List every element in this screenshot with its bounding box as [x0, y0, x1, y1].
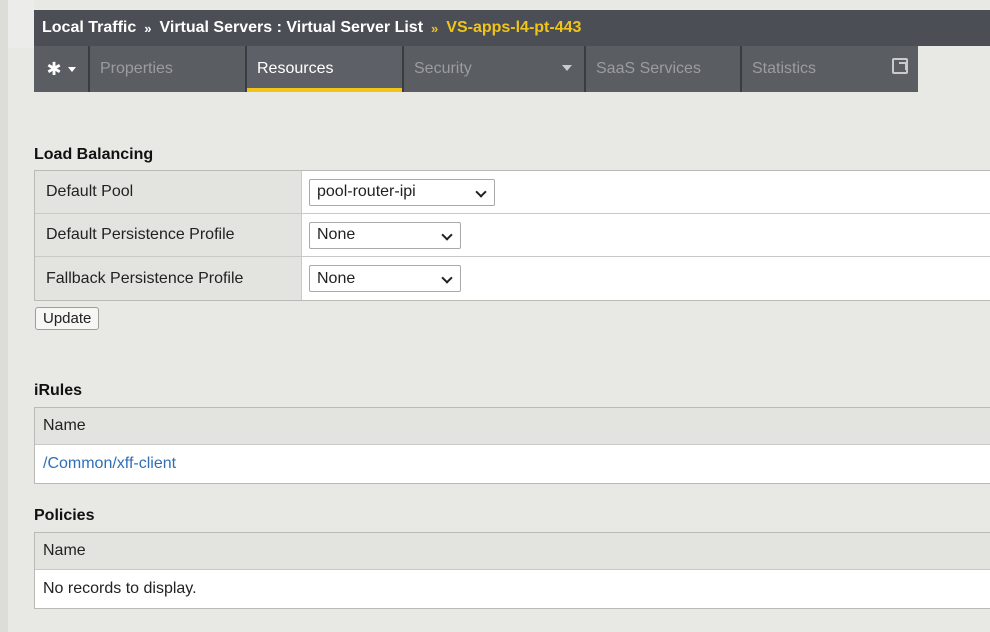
select-value: None — [317, 226, 356, 243]
policies-name-column-header[interactable]: Name — [35, 533, 990, 570]
chevron-down-icon — [441, 228, 453, 241]
empty-state-text: No records to display. — [43, 580, 197, 597]
table-row: Default Persistence Profile None — [35, 214, 990, 257]
chevron-down-icon — [562, 65, 572, 71]
load-balancing-table: Default Pool pool-router-ipi Default Per… — [34, 170, 990, 301]
tab-label: Properties — [100, 60, 173, 77]
load-balancing-title: Load Balancing — [34, 146, 154, 163]
breadcrumb-local-traffic[interactable]: Local Traffic — [42, 19, 136, 37]
select-value: pool-router-ipi — [317, 183, 416, 200]
tab-label: Statistics — [752, 60, 817, 77]
tab-properties[interactable]: Properties — [90, 46, 247, 92]
fallback-persistence-cell: None — [302, 257, 990, 300]
breadcrumb-separator: » — [144, 20, 152, 36]
irule-link[interactable]: /Common/xff-client — [43, 455, 176, 473]
default-persistence-profile-select[interactable]: None — [309, 221, 461, 249]
table-row: Fallback Persistence Profile None — [35, 257, 990, 300]
default-pool-select[interactable]: pool-router-ipi — [309, 178, 495, 206]
breadcrumb-current: VS-apps-l4-pt-443 — [446, 19, 582, 36]
virtual-server-resources-page: Local Traffic » Virtual Servers : Virtua… — [0, 0, 990, 632]
irules-title: iRules — [34, 382, 83, 399]
tab-saas-services[interactable]: SaaS Services — [586, 46, 742, 92]
table-row: /Common/xff-client — [35, 445, 990, 483]
default-pool-label: Default Pool — [35, 171, 302, 213]
tab-bar: ✱ Properties Resources Security SaaS Ser… — [34, 46, 918, 92]
gear-icon: ✱ — [46, 58, 62, 79]
tab-label: Resources — [257, 60, 334, 77]
irules-name-column-header[interactable]: Name — [35, 408, 990, 445]
policies-title: Policies — [34, 507, 95, 524]
chevron-down-icon — [441, 272, 453, 284]
default-persistence-profile-label: Default Persistence Profile — [35, 214, 302, 256]
default-pool-cell: pool-router-ipi — [302, 171, 990, 213]
breadcrumb: Local Traffic » Virtual Servers : Virtua… — [34, 10, 990, 46]
chevron-down-icon — [475, 185, 487, 198]
select-value: None — [317, 269, 356, 287]
policies-table: Name No records to display. — [34, 532, 990, 609]
tab-label: Security — [414, 60, 472, 77]
fallback-persistence-profile-label: Fallback Persistence Profile — [35, 257, 302, 300]
update-button[interactable]: Update — [35, 307, 100, 330]
left-gutter — [0, 0, 8, 632]
tab-security[interactable]: Security — [404, 46, 586, 92]
fallback-persistence-profile-select[interactable]: None — [309, 265, 461, 292]
default-persistence-cell: None — [302, 214, 990, 256]
irules-table: Name /Common/xff-client — [34, 407, 990, 484]
chevron-down-icon — [67, 66, 76, 72]
breadcrumb-separator: » — [431, 20, 439, 36]
popout-icon[interactable] — [892, 58, 908, 74]
table-row: Default Pool pool-router-ipi — [35, 171, 990, 214]
breadcrumb-virtual-server-list[interactable]: Virtual Servers : Virtual Server List — [159, 19, 423, 37]
gear-menu-button[interactable]: ✱ — [34, 46, 90, 92]
tab-statistics[interactable]: Statistics — [742, 46, 918, 92]
tab-label: SaaS Services — [596, 60, 701, 77]
tab-resources[interactable]: Resources — [247, 46, 404, 92]
